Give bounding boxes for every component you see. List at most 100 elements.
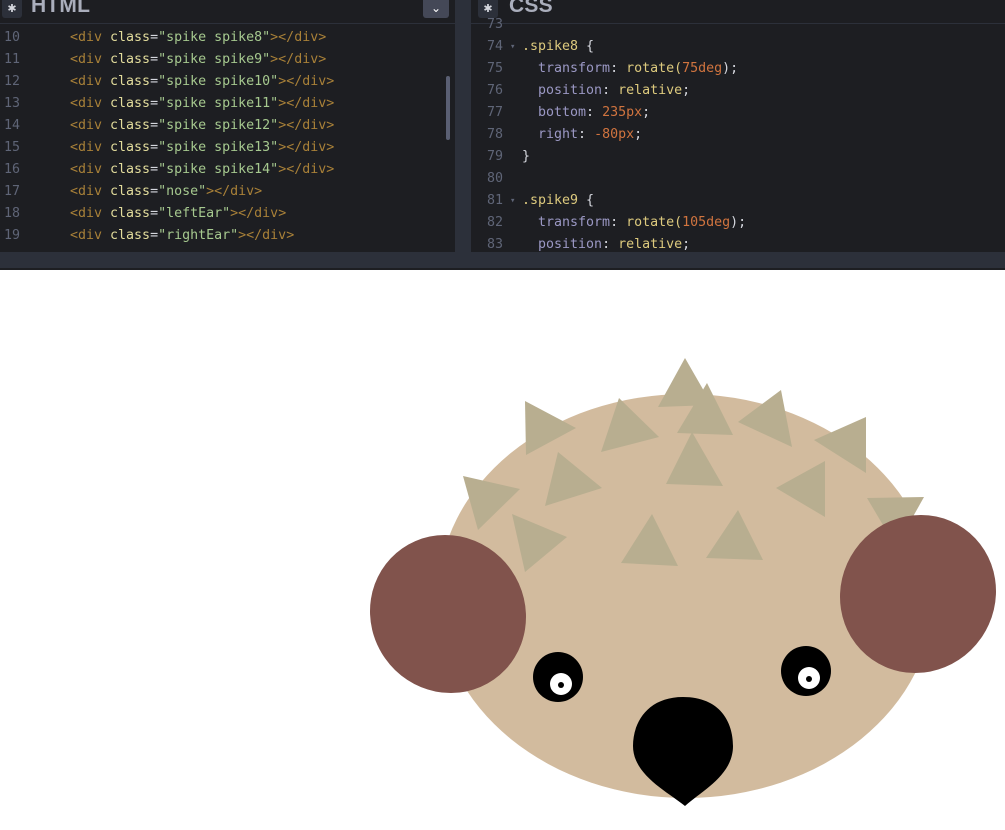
line-number: 19 [3,228,20,243]
code-tag: ></div> [230,206,287,221]
code-value: relative [618,83,683,98]
code-line[interactable]: 76 position: relative; [471,80,1005,102]
gear-icon[interactable]: ✱ [2,0,22,18]
code-equals: = [150,30,159,45]
code-text: <div class="spike spike9"></div> [70,49,326,71]
code-string: "spike spike11" [158,96,279,111]
code-string: "spike spike14" [158,162,279,177]
code-line[interactable]: 10 <div class="spike spike8"></div> [0,27,455,49]
code-selector: .spike9 [522,193,579,208]
code-line[interactable]: 82 transform: rotate(105deg); [471,212,1005,234]
line-number: 82 [486,215,503,230]
code-tag: ></div> [270,30,327,45]
code-property: bottom [522,105,587,120]
code-line[interactable]: 16 <div class="spike spike14"></div> [0,159,455,181]
code-attribute: class [102,162,151,177]
code-equals: = [150,118,159,133]
code-line[interactable]: 74 ▾ .spike8 { [471,36,1005,58]
code-string: "spike spike13" [158,140,279,155]
code-property: transform [522,61,611,76]
code-attribute: class [102,118,151,133]
code-line[interactable]: 79} [471,146,1005,168]
code-punctuation: ; [634,127,643,142]
code-line[interactable]: 19 <div class="rightEar"></div> [0,225,455,247]
editor-resize-bar[interactable] [0,252,1005,269]
html-scrollbar[interactable] [446,76,450,140]
panel-divider[interactable] [455,0,471,252]
code-text: <div class="rightEar"></div> [70,225,294,247]
code-equals: = [150,184,159,199]
code-equals: = [150,206,159,221]
code-line[interactable]: 15 <div class="spike spike13"></div> [0,137,455,159]
code-line[interactable]: 11 <div class="spike spike9"></div> [0,49,455,71]
code-string: "leftEar" [158,206,231,221]
code-line[interactable]: 77 bottom: 235px; [471,102,1005,124]
code-value: rotate( [626,215,683,230]
code-brace: { [578,193,595,208]
line-number: 79 [486,149,503,164]
code-line[interactable]: 80 [471,168,1005,190]
line-number: 18 [3,206,20,221]
code-number: -80px [594,127,635,142]
code-equals: = [150,228,159,243]
code-attribute: class [102,30,151,45]
css-editor-panel[interactable]: ✱ CSS 73 74 ▾ .spike8 {75 transform: rotate… [471,0,1005,252]
code-line[interactable]: 17 <div class="nose"></div> [0,181,455,203]
line-number: 76 [486,83,503,98]
code-punctuation: ; [682,83,691,98]
html-panel-header: ✱ HTML ⌄ [0,0,455,24]
code-value: relative [618,237,683,252]
code-attribute: class [102,74,151,89]
code-line[interactable]: 18 <div class="leftEar"></div> [0,203,455,225]
code-selector: .spike8 [522,39,579,54]
code-punctuation: ); [722,61,739,76]
code-colon: : [602,83,619,98]
code-line[interactable]: 81 ▾ .spike9 { [471,190,1005,212]
line-number: 15 [3,140,20,155]
line-number: 17 [3,184,20,199]
code-tag: ></div> [270,52,327,67]
code-tag: <div [70,162,103,177]
code-line[interactable]: 14 <div class="spike spike12"></div> [0,115,455,137]
code-equals: = [150,140,159,155]
code-value: rotate( [626,61,683,76]
code-text: position: relative; [522,234,690,252]
code-tag: <div [70,30,103,45]
code-text: transform: rotate(75deg); [522,58,738,80]
code-colon: : [610,61,627,76]
line-number: 77 [486,105,503,120]
chevron-down-icon[interactable]: ⌄ [423,0,449,18]
code-brace: } [522,149,531,164]
code-string: "spike spike10" [158,74,279,89]
code-tag: <div [70,206,103,221]
code-punctuation: ; [682,237,691,252]
line-number: 11 [3,52,20,67]
code-line[interactable]: 75 transform: rotate(75deg); [471,58,1005,80]
code-punctuation: ; [642,105,651,120]
code-attribute: class [102,184,151,199]
code-colon: : [610,215,627,230]
css-code-area[interactable]: 73 74 ▾ .spike8 {75 transform: rotate(75deg… [471,17,1005,252]
line-number: 16 [3,162,20,177]
fold-arrow-icon: ▾ [510,42,516,52]
line-number: 12 [3,74,20,89]
code-text: <div class="nose"></div> [70,181,262,203]
line-number: 81 [486,193,503,208]
line-number: 73 [486,17,503,32]
code-line[interactable]: 13 <div class="spike spike11"></div> [0,93,455,115]
code-tag: ></div> [278,74,335,89]
code-text: .spike9 { [522,190,594,212]
html-code-area[interactable]: 10 <div class="spike spike8"></div> 11 <div… [0,27,455,252]
code-line[interactable]: 73 [471,14,1005,36]
code-number: 75deg [682,61,723,76]
line-number: 78 [486,127,503,142]
code-line[interactable]: 12 <div class="spike spike10"></div> [0,71,455,93]
code-line[interactable]: 83 position: relative; [471,234,1005,252]
code-line[interactable]: 78 right: -80px; [471,124,1005,146]
code-string: "nose" [158,184,207,199]
line-number: 13 [3,96,20,111]
code-tag: ></div> [278,118,335,133]
line-number: 10 [3,30,20,45]
html-editor-panel[interactable]: ✱ HTML ⌄ 10 <div class="spike spike8"></d… [0,0,455,252]
code-attribute: class [102,140,151,155]
